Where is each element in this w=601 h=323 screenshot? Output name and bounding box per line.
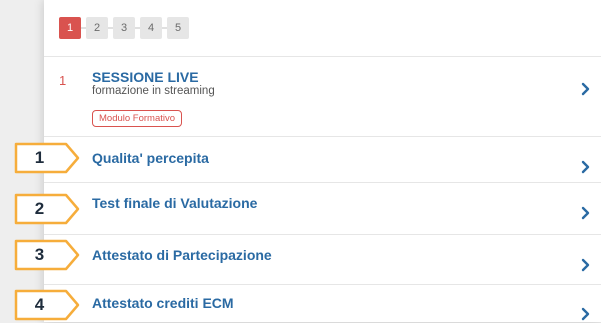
page-button-2[interactable]: 2	[86, 17, 108, 39]
chevron-right-icon[interactable]	[581, 160, 591, 174]
step-title[interactable]: SESSIONE LIVE	[92, 69, 199, 85]
step-row-test-finale[interactable]: Test finale di Valutazione	[44, 182, 601, 235]
step-title[interactable]: Attestato di Partecipazione	[92, 247, 272, 263]
callout-tag-3: 3	[12, 239, 82, 271]
callout-number: 4	[34, 295, 45, 314]
step-title[interactable]: Test finale di Valutazione	[92, 195, 257, 211]
step-row-attestato-partecipazione[interactable]: Attestato di Partecipazione	[44, 234, 601, 285]
callout-number: 2	[34, 199, 45, 218]
page-button-5[interactable]: 5	[167, 17, 189, 39]
chevron-right-icon[interactable]	[581, 206, 591, 220]
page-button-3[interactable]: 3	[113, 17, 135, 39]
chevron-right-icon[interactable]	[581, 307, 591, 321]
step-row-attestato-ecm[interactable]: Attestato crediti ECM	[44, 284, 601, 323]
step-row-qualita-percepita[interactable]: Qualita' percepita	[44, 136, 601, 183]
step-title[interactable]: Qualita' percepita	[92, 150, 209, 166]
step-number: 1	[59, 73, 67, 88]
pagination: 1 2 3 4 5	[59, 17, 189, 39]
callout-tag-4: 4	[12, 289, 82, 321]
step-title[interactable]: Attestato crediti ECM	[92, 295, 234, 311]
callout-tag-2: 2	[12, 193, 82, 225]
step-subtitle: formazione in streaming	[92, 85, 215, 97]
callout-number: 3	[34, 245, 45, 264]
chevron-right-icon[interactable]	[581, 258, 591, 272]
callout-number: 1	[34, 148, 45, 167]
chevron-right-icon[interactable]	[581, 82, 591, 96]
page-button-4[interactable]: 4	[140, 17, 162, 39]
step-row-sessione-live[interactable]: 1 SESSIONE LIVE formazione in streaming …	[44, 56, 601, 137]
callout-tag-1: 1	[12, 142, 82, 174]
module-badge: Modulo Formativo	[92, 110, 183, 127]
page-button-1[interactable]: 1	[59, 17, 81, 39]
